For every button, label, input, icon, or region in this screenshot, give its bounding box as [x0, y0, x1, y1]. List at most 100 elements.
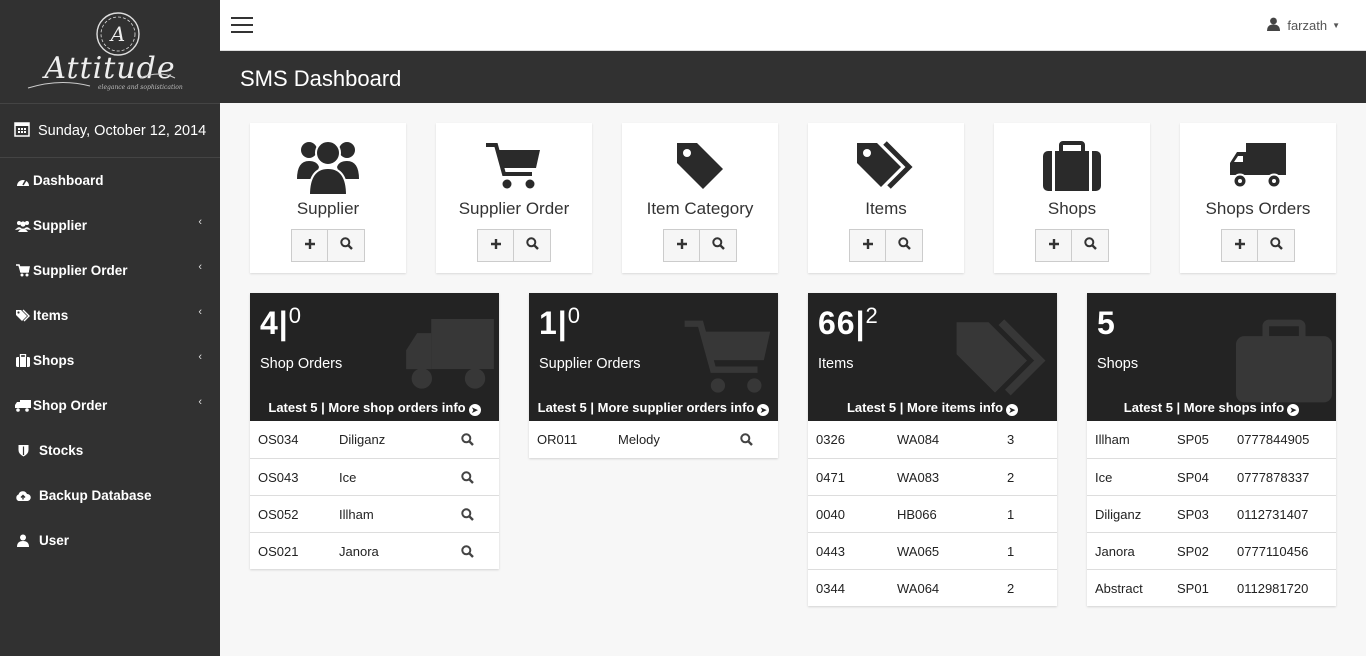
search-button[interactable] — [700, 229, 737, 262]
supplier-orders-count: 1|0 — [539, 303, 581, 341]
tile-label: Item Category — [646, 199, 754, 218]
add-button[interactable] — [663, 229, 700, 262]
users-icon — [15, 220, 31, 232]
search-button[interactable] — [1258, 229, 1295, 262]
shop-code: SP05 — [1177, 432, 1209, 447]
chevron-left-icon: ‹ — [198, 261, 202, 273]
add-button[interactable] — [291, 229, 328, 262]
panel-title: Shops — [1097, 356, 1139, 372]
plus-icon — [676, 237, 688, 255]
order-id: OR011 — [537, 432, 578, 447]
sidebar-item-dashboard[interactable]: Dashboard — [0, 158, 220, 203]
search-icon[interactable] — [447, 470, 487, 484]
hamburger-menu-icon[interactable] — [231, 17, 253, 33]
supplier-orders-list: OR011 Melody — [529, 421, 778, 458]
search-icon — [1269, 236, 1283, 255]
search-button[interactable] — [514, 229, 551, 262]
search-button[interactable] — [886, 229, 923, 262]
brand-tagline: elegance and sophistication — [98, 84, 183, 91]
sidebar-item-supplier[interactable]: Supplier ‹ — [0, 203, 220, 248]
shops-list: Illham SP05 0777844905 Ice SP04 0777878337 D… — [1087, 421, 1336, 606]
add-button[interactable] — [849, 229, 886, 262]
table-row: 0326 WA084 3 — [808, 421, 1057, 458]
plus-icon — [1234, 237, 1246, 255]
order-id: OS052 — [258, 506, 299, 522]
arrow-circle-right-icon: ➤ — [757, 404, 770, 416]
shop-name: Ice — [339, 469, 357, 485]
shop-name: Janora — [339, 543, 379, 559]
add-button[interactable] — [477, 229, 514, 262]
sidebar-item-shop-order[interactable]: Shop Order ‹ — [0, 383, 220, 428]
search-icon[interactable] — [447, 544, 487, 558]
sidebar-item-stocks[interactable]: Stocks — [0, 428, 220, 473]
shop-code: SP02 — [1177, 543, 1209, 559]
chevron-left-icon: ‹ — [198, 396, 202, 408]
sidebar-item-items[interactable]: Items ‹ — [0, 293, 220, 338]
more-shop-orders-link[interactable]: Latest 5 | More shop orders info ➤ — [250, 400, 499, 416]
panel-shop-orders: 4|0 Shop Orders Latest 5 | More shop ord… — [250, 293, 499, 569]
date-text: Sunday, October 12, 2014 — [38, 122, 207, 139]
item-qty: 3 — [1007, 432, 1015, 447]
panel-title: Supplier Orders — [539, 356, 641, 372]
truck-icon — [405, 319, 495, 396]
search-button[interactable] — [1072, 229, 1109, 262]
tile-shops-orders: Shops Orders — [1180, 123, 1336, 273]
briefcase-icon — [15, 354, 31, 367]
users-icon — [250, 135, 406, 197]
table-row: OS034 Diliganz — [250, 421, 499, 458]
sidebar: A Attitude elegance and sophistication S… — [0, 0, 220, 656]
table-row: OR011 Melody — [529, 421, 778, 458]
table-row: OS052 Illham — [250, 495, 499, 532]
sidebar-item-supplier-order[interactable]: Supplier Order ‹ — [0, 248, 220, 293]
svg-text:A: A — [109, 22, 125, 46]
current-date: Sunday, October 12, 2014 — [0, 104, 220, 158]
supplier-name: Melody — [618, 432, 660, 447]
tile-label: Shops — [1047, 199, 1097, 218]
sidebar-item-label: Supplier — [33, 218, 88, 233]
more-supplier-orders-link[interactable]: Latest 5 | More supplier orders info ➤ — [529, 400, 778, 416]
add-button[interactable] — [1035, 229, 1072, 262]
order-id: OS034 — [258, 432, 299, 447]
tile-label: Supplier — [296, 199, 360, 218]
item-code: WA083 — [897, 469, 940, 485]
sidebar-item-label: Shop Order — [33, 398, 108, 413]
item-qty: 1 — [1007, 543, 1015, 559]
panel-shops: 5 Shops Latest 5 | More shops info ➤ Illh… — [1087, 293, 1336, 606]
sidebar-item-user[interactable]: User — [0, 518, 220, 563]
briefcase-icon — [994, 135, 1150, 197]
tile-supplier-order: Supplier Order — [436, 123, 592, 273]
tile-supplier: Supplier — [250, 123, 406, 273]
page-title: SMS Dashboard — [240, 66, 402, 91]
sidebar-item-shops[interactable]: Shops ‹ — [0, 338, 220, 383]
tile-label: Items — [865, 199, 907, 218]
search-button[interactable] — [328, 229, 365, 262]
search-icon[interactable] — [726, 433, 766, 446]
table-row: Janora SP02 0777110456 — [1087, 532, 1336, 569]
user-menu-dropdown[interactable]: farzath ▼ — [1267, 17, 1340, 34]
table-row: Abstract SP01 0112981720 — [1087, 569, 1336, 606]
plus-icon — [304, 237, 316, 255]
items-count: 66|2 — [818, 303, 879, 341]
more-items-link[interactable]: Latest 5 | More items info ➤ — [808, 400, 1057, 416]
search-icon — [897, 236, 911, 255]
brand-logo[interactable]: A Attitude elegance and sophistication — [0, 0, 220, 104]
sidebar-item-backup-database[interactable]: Backup Database — [0, 473, 220, 518]
add-button[interactable] — [1221, 229, 1258, 262]
more-shops-link[interactable]: Latest 5 | More shops info ➤ — [1087, 400, 1336, 416]
search-icon[interactable] — [447, 433, 487, 446]
shop-phone: 0112731407 — [1237, 506, 1309, 522]
shop-name: Abstract — [1095, 580, 1143, 596]
cloud-upload-icon — [15, 490, 31, 502]
shop-phone: 0777878337 — [1237, 469, 1310, 485]
shop-name: Illham — [339, 506, 374, 522]
sidebar-item-label: Dashboard — [33, 173, 104, 188]
item-code: WA084 — [897, 432, 940, 447]
tile-items: Items — [808, 123, 964, 273]
shop-orders-pending: 0 — [288, 303, 302, 328]
item-qty: 1 — [1007, 506, 1015, 522]
search-icon[interactable] — [447, 507, 487, 521]
table-row: 0344 WA064 2 — [808, 569, 1057, 606]
shop-name: Ice — [1095, 469, 1113, 485]
shop-phone: 0777844905 — [1237, 432, 1310, 447]
tags-icon — [15, 309, 31, 322]
